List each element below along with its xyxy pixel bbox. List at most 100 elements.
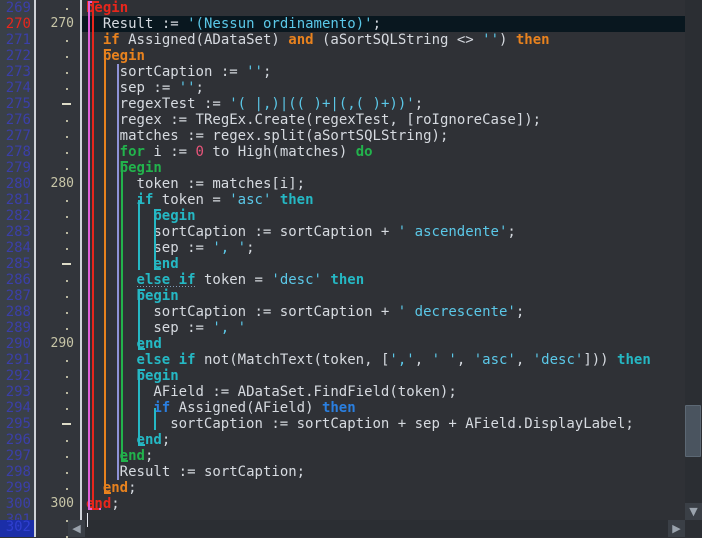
line-number[interactable]: 277: [6, 128, 31, 144]
block-guide-cyan-1: [154, 210, 157, 269]
code-token: '': [482, 32, 499, 48]
code-line[interactable]: if token = 'asc' then: [137, 192, 314, 208]
ruler-dot-mark: [66, 360, 68, 362]
line-number-302-selected[interactable]: 302: [0, 519, 34, 537]
else-if-link-underline: [136, 286, 196, 287]
code-line[interactable]: else if not(MatchText(token, [',', ' ', …: [137, 352, 651, 368]
line-number[interactable]: 282: [6, 208, 31, 224]
code-token: ',': [389, 352, 415, 368]
scroll-left-arrow[interactable]: ◀: [68, 520, 85, 537]
line-number[interactable]: 296: [6, 432, 31, 448]
ruler-dot-mark: [66, 296, 68, 298]
line-number[interactable]: 271: [6, 32, 31, 48]
code-line[interactable]: if Assigned(AField) then: [153, 400, 355, 416]
ruler-dot-mark: [66, 376, 68, 378]
line-number[interactable]: 298: [6, 464, 31, 480]
code-editor[interactable]: 269 270 271 272 273 274 275 276 277 278 279 280 281 2…: [0, 0, 702, 538]
code-line[interactable]: regexTest := '( |,)|(( )+|(,( )+))';: [120, 96, 423, 112]
line-number[interactable]: 292: [6, 368, 31, 384]
code-line[interactable]: for i := 0 to High(matches) do: [120, 144, 373, 160]
ruler-dash-mark: [62, 263, 71, 265]
line-number-gutter[interactable]: 269 270 271 272 273 274 275 276 277 278 279 280 281 2…: [0, 0, 34, 537]
line-number[interactable]: 289: [6, 320, 31, 336]
line-number[interactable]: 273: [6, 64, 31, 80]
code-token: ;: [128, 480, 137, 496]
vertical-scrollbar[interactable]: [685, 0, 702, 520]
ruler-dot-mark: [66, 456, 68, 458]
scrollbar-corner: [685, 520, 702, 537]
line-number[interactable]: 279: [6, 160, 31, 176]
block-guide-green-bottom: [120, 460, 128, 462]
code-line[interactable]: matches := regex.split(aSortSQLString);: [120, 128, 449, 144]
block-guide-green-top: [120, 161, 128, 163]
code-token: ,: [414, 352, 432, 368]
code-line[interactable]: regex := TRegEx.Create(regexTest, [roIgn…: [120, 112, 541, 128]
scroll-down-arrow[interactable]: ▼: [685, 503, 702, 520]
line-number[interactable]: 295: [6, 416, 31, 432]
code-line[interactable]: sortCaption := sortCaption + ' ascendent…: [153, 224, 515, 240]
line-number[interactable]: 278: [6, 144, 31, 160]
code-line[interactable]: Result := '(Nessun ordinamento)';: [103, 16, 381, 32]
code-line[interactable]: sep := '';: [120, 80, 204, 96]
code-line[interactable]: Result := sortCaption;: [120, 464, 305, 480]
line-number[interactable]: 274: [6, 80, 31, 96]
code-token: 'desc': [271, 272, 322, 288]
line-number[interactable]: 280: [6, 176, 31, 192]
code-line[interactable]: token := matches[i];: [137, 176, 306, 192]
line-number[interactable]: 275: [6, 96, 31, 112]
code-line[interactable]: sortCaption := sortCaption + ' decrescen…: [153, 304, 524, 320]
code-token: ', ': [212, 320, 247, 336]
line-number[interactable]: 286: [6, 272, 31, 288]
ruler-dash-mark: [62, 423, 71, 425]
code-token: regex := TRegEx.Create(regexTest, [roIgn…: [119, 112, 542, 128]
line-number[interactable]: 291: [6, 352, 31, 368]
line-number[interactable]: 283: [6, 224, 31, 240]
ruler-dot-mark: [66, 216, 68, 218]
code-line[interactable]: sortCaption := '';: [120, 64, 272, 80]
ruler-label: 290: [50, 336, 74, 351]
line-number[interactable]: 288: [6, 304, 31, 320]
code-token: Assigned(AField): [170, 400, 322, 416]
code-token: ): [499, 32, 516, 48]
line-number[interactable]: 281: [6, 192, 31, 208]
code-token: '( |,)|(( )+|(,( )+))': [229, 96, 415, 112]
line-number[interactable]: 269: [6, 0, 31, 16]
line-number[interactable]: 287: [6, 288, 31, 304]
line-number[interactable]: 299: [6, 480, 31, 496]
line-number[interactable]: 284: [6, 240, 31, 256]
chevron-down-icon: ▼: [689, 505, 698, 518]
line-number[interactable]: 297: [6, 448, 31, 464]
code-token: ' ascendente': [397, 224, 508, 240]
line-number[interactable]: 290: [6, 336, 31, 352]
code-line[interactable]: sortCaption := sortCaption + sep + AFiel…: [170, 416, 634, 432]
code-line[interactable]: sep := ', ';: [153, 240, 254, 256]
fold-marker-line: [88, 2, 90, 510]
block-guide-cyan-3-top: [137, 369, 145, 371]
code-text-area[interactable]: begin Result := '(Nessun ordinamento)'; if…: [82, 0, 702, 537]
line-number[interactable]: 270: [6, 16, 31, 32]
code-token: i :=: [144, 144, 196, 160]
line-number[interactable]: 294: [6, 400, 31, 416]
line-number[interactable]: 272: [6, 48, 31, 64]
line-number[interactable]: 285: [6, 256, 31, 272]
ruler-dot-mark: [66, 488, 68, 490]
code-token: sortCaption :=: [119, 64, 247, 80]
code-token: '': [178, 80, 196, 96]
code-token: ,: [456, 352, 474, 368]
code-line[interactable]: if Assigned(ADataSet) and (aSortSQLStrin…: [103, 32, 550, 48]
block-guide-orange-bottom: [103, 492, 111, 494]
vertical-scrollbar-thumb[interactable]: [685, 405, 701, 457]
code-line[interactable]: AField := ADataSet.FindField(token);: [153, 384, 456, 400]
code-token: and: [288, 32, 314, 48]
code-line[interactable]: sep := ', ': [153, 320, 246, 336]
line-number[interactable]: 300: [6, 496, 31, 512]
line-number[interactable]: 276: [6, 112, 31, 128]
ruler-gutter: 270 280 290 300: [36, 0, 80, 538]
scroll-right-arrow[interactable]: ▶: [668, 520, 685, 537]
code-token: ;: [246, 240, 255, 256]
code-token: ;: [195, 80, 204, 96]
horizontal-scrollbar[interactable]: [68, 520, 685, 537]
ruler-dot-mark: [66, 40, 68, 42]
code-token: ,: [515, 352, 533, 368]
line-number[interactable]: 293: [6, 384, 31, 400]
